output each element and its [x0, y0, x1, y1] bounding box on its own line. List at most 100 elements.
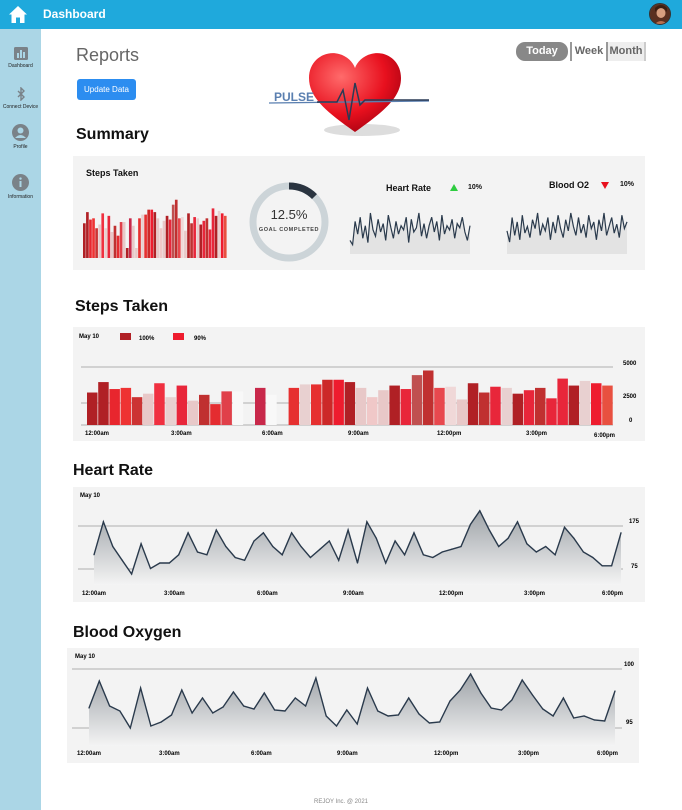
data-point	[346, 709, 348, 711]
sidebar-item-label: Connect Device	[2, 104, 39, 110]
top-bar: Dashboard	[0, 0, 682, 29]
data-point	[377, 710, 379, 712]
data-point	[234, 556, 236, 559]
summary-step-bar	[187, 213, 190, 258]
data-point	[315, 677, 317, 679]
data-point	[593, 719, 595, 721]
data-point	[191, 712, 193, 714]
summary-step-bar	[89, 219, 92, 258]
step-bar	[288, 387, 300, 425]
data-point	[573, 717, 575, 719]
sidebar-item-information[interactable]: Information	[0, 174, 41, 200]
data-point	[140, 543, 142, 545]
x-tick: 6:00pm	[602, 591, 623, 597]
data-point	[243, 705, 245, 707]
summary-step-bar	[128, 218, 132, 258]
avatar[interactable]	[649, 3, 671, 25]
step-bar	[131, 397, 143, 425]
range-week-button[interactable]: Week	[570, 42, 606, 61]
data-point	[366, 687, 369, 689]
summary-step-bar	[107, 215, 111, 258]
data-point	[490, 707, 492, 709]
x-tick: 6:00am	[262, 431, 283, 437]
update-data-button[interactable]: Update Data	[77, 79, 136, 100]
summary-steps-label: Steps Taken	[86, 168, 139, 178]
summary-step-bar	[199, 224, 203, 258]
data-point	[397, 714, 400, 716]
summary-step-bar	[165, 215, 169, 258]
summary-step-bar	[98, 224, 101, 258]
home-icon[interactable]	[8, 5, 28, 24]
range-month-button[interactable]: Month	[606, 42, 646, 61]
data-point	[300, 545, 302, 548]
data-point	[129, 727, 131, 729]
sidebar-item-dashboard[interactable]: Dashboard	[0, 47, 41, 69]
data-point	[535, 551, 537, 553]
sidebar-item-connect-device[interactable]: Connect Device	[0, 87, 41, 110]
step-bar	[512, 393, 524, 425]
data-point	[263, 692, 265, 694]
x-tick: 3:00am	[164, 591, 185, 597]
x-tick: 9:00am	[337, 751, 358, 757]
data-point	[507, 537, 509, 539]
range-today-button[interactable]: Today	[516, 42, 568, 61]
step-bar	[490, 386, 501, 425]
heart-change: 10%	[468, 184, 483, 191]
data-point	[150, 725, 152, 727]
data-point	[284, 710, 286, 712]
data-point	[480, 692, 482, 694]
x-tick: 12:00pm	[437, 431, 461, 437]
data-point	[262, 532, 264, 534]
summary-step-bar	[156, 218, 160, 258]
step-bar	[232, 391, 244, 425]
pulse-logo: PULSE	[268, 53, 430, 136]
data-point	[112, 545, 114, 548]
y-tick: 2500	[623, 394, 637, 400]
summary-step-bar	[171, 204, 175, 258]
summary-step-bar	[104, 228, 108, 258]
sidebar-item-profile[interactable]: Profile	[0, 124, 41, 150]
summary-step-bar	[211, 208, 215, 258]
step-bar	[434, 387, 445, 425]
summary-step-bar	[223, 215, 227, 258]
summary-step-bar	[214, 215, 218, 258]
data-point	[178, 554, 180, 556]
step-bar	[355, 387, 367, 425]
step-bar	[479, 392, 490, 425]
step-bar	[557, 378, 568, 425]
step-bar	[423, 370, 434, 425]
data-point	[168, 562, 170, 564]
summary-heart-sparkline	[349, 212, 471, 254]
data-point	[222, 706, 224, 708]
profile-icon	[12, 124, 29, 141]
step-bar	[602, 385, 613, 425]
data-point	[552, 715, 554, 717]
data-point	[243, 559, 246, 561]
data-point	[212, 712, 214, 714]
data-point	[498, 545, 500, 548]
x-tick: 6:00am	[257, 591, 278, 597]
summary-step-bar	[205, 218, 209, 258]
summary-step-bar	[181, 217, 184, 258]
x-tick: 12:00pm	[434, 751, 458, 757]
x-tick: 9:00am	[348, 431, 369, 437]
blood-oxygen-chart: May 10 100 95 12:00am 3:00am 6:00am 9:00…	[72, 654, 635, 757]
x-tick: 12:00pm	[439, 591, 463, 597]
data-point	[500, 709, 503, 711]
step-bar	[255, 387, 266, 425]
data-point	[394, 540, 396, 542]
data-point	[479, 510, 481, 512]
data-point	[521, 679, 523, 681]
data-point	[225, 545, 227, 548]
data-point	[459, 689, 461, 691]
legend-label: 100%	[139, 336, 155, 342]
data-point	[201, 697, 204, 699]
sidebar-item-label: Dashboard	[8, 63, 33, 69]
data-point	[469, 523, 472, 526]
data-point	[170, 714, 173, 716]
summary-step-bar	[116, 235, 120, 258]
data-point	[253, 540, 255, 542]
y-tick: 100	[624, 662, 635, 668]
data-point	[366, 521, 368, 523]
step-bar	[299, 384, 311, 425]
